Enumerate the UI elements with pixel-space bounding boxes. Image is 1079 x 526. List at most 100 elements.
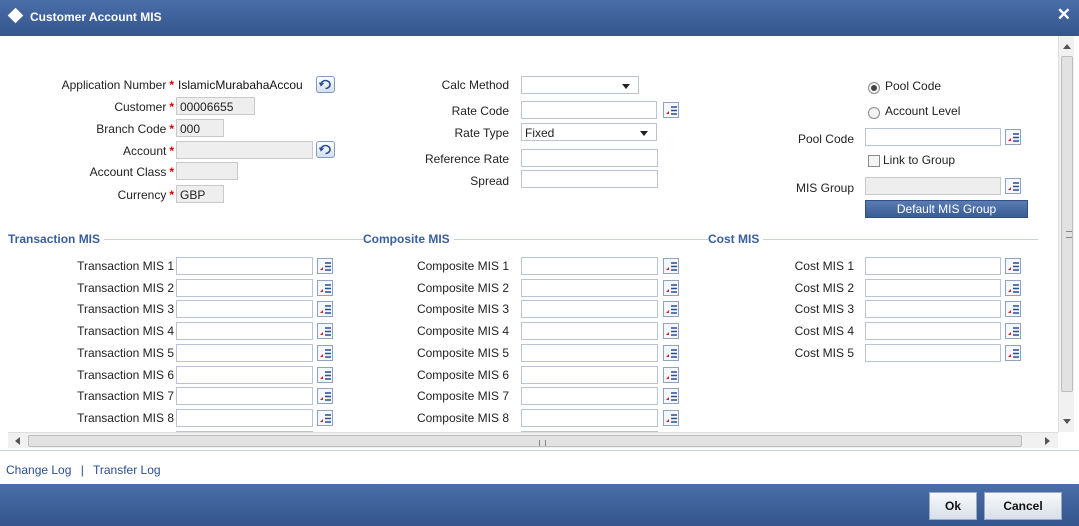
transaction-mis-label: Transaction MIS 4 (77, 324, 174, 338)
transaction-mis-lov-icon[interactable] (317, 280, 333, 296)
transaction-mis-field[interactable] (176, 387, 313, 405)
composite-mis-field[interactable] (521, 257, 658, 275)
close-icon[interactable]: ✕ (1057, 5, 1071, 25)
transaction-mis-field[interactable] (176, 257, 313, 275)
mis-group-label: MIS Group (795, 181, 854, 195)
transaction-mis-lov-icon[interactable] (317, 301, 333, 317)
spread-field[interactable] (521, 170, 658, 188)
transaction-mis-field[interactable] (176, 279, 313, 297)
cost-mis-label: Cost MIS 3 (794, 302, 854, 316)
scroll-right-icon[interactable] (1045, 437, 1050, 445)
cancel-button[interactable]: Cancel (984, 492, 1062, 520)
composite-mis-field[interactable] (521, 344, 658, 362)
account-refresh-icon[interactable] (316, 141, 335, 158)
horizontal-scrollbar[interactable] (8, 432, 1058, 448)
composite-mis-field[interactable] (521, 409, 658, 427)
rate-code-field[interactable] (521, 101, 657, 119)
composite-mis-lov-icon[interactable] (663, 323, 679, 339)
transaction-mis-field[interactable] (176, 344, 313, 362)
account-class-field[interactable] (176, 162, 238, 180)
rate-code-label: Rate Code (451, 104, 509, 118)
rate-type-label: Rate Type (454, 126, 509, 140)
chevron-down-icon (622, 84, 630, 89)
composite-mis-lov-icon[interactable] (663, 280, 679, 296)
cost-mis-field[interactable] (865, 322, 1001, 340)
transaction-mis-field[interactable] (176, 322, 313, 340)
cost-mis-lov-icon[interactable] (1005, 323, 1021, 339)
composite-mis-field[interactable] (521, 366, 658, 384)
account-label: Account * (122, 144, 174, 158)
transaction-mis-field[interactable] (176, 366, 313, 384)
currency-label: Currency * (117, 188, 174, 202)
link-to-group-checkbox[interactable] (868, 155, 880, 167)
transaction-mis-lov-icon[interactable] (317, 367, 333, 383)
transaction-mis-lov-icon[interactable] (317, 323, 333, 339)
composite-mis-lov-icon[interactable] (663, 301, 679, 317)
composite-mis-field[interactable] (521, 279, 658, 297)
vertical-scrollbar[interactable] (1058, 36, 1074, 432)
transaction-mis-label: Transaction MIS 8 (77, 411, 174, 425)
vertical-scroll-thumb[interactable] (1061, 56, 1073, 392)
transaction-mis-field[interactable] (176, 409, 313, 427)
branch-code-field[interactable]: 000 (176, 119, 224, 137)
calc-method-select[interactable] (521, 76, 639, 94)
customer-field[interactable]: 00006655 (176, 97, 255, 115)
pool-code-lov-icon[interactable] (1005, 129, 1021, 145)
reference-rate-label: Reference Rate (424, 152, 509, 166)
rate-type-select[interactable]: Fixed (521, 123, 657, 141)
scroll-left-icon[interactable] (15, 437, 20, 445)
link-to-group-label: Link to Group (883, 153, 956, 167)
scroll-down-icon[interactable] (1063, 419, 1071, 424)
cost-mis-field[interactable] (865, 300, 1001, 318)
composite-mis-lov-icon[interactable] (663, 367, 679, 383)
mis-group-field[interactable] (865, 177, 1001, 195)
composite-mis-lov-icon[interactable] (663, 345, 679, 361)
grip-icon (539, 440, 546, 446)
cost-mis-field[interactable] (865, 257, 1001, 275)
composite-mis-lov-icon[interactable] (663, 410, 679, 426)
transaction-mis-lov-icon[interactable] (317, 410, 333, 426)
composite-mis-field[interactable] (521, 300, 658, 318)
composite-mis-field[interactable] (521, 322, 658, 340)
application-number-label: Application Number * (61, 78, 174, 92)
reference-rate-field[interactable] (521, 149, 658, 167)
default-mis-group-button[interactable]: Default MIS Group (865, 200, 1028, 218)
currency-field[interactable]: GBP (176, 185, 224, 203)
composite-mis-label: Composite MIS 4 (416, 324, 509, 338)
cost-mis-lov-icon[interactable] (1005, 258, 1021, 274)
cost-mis-lov-icon[interactable] (1005, 345, 1021, 361)
composite-mis-title: Composite MIS (363, 232, 454, 246)
rate-code-lov-icon[interactable] (663, 102, 679, 118)
pool-code-radio[interactable] (868, 82, 880, 94)
scroll-up-icon[interactable] (1063, 44, 1071, 49)
transaction-mis-lov-icon[interactable] (317, 388, 333, 404)
transaction-mis-label: Transaction MIS 5 (77, 346, 174, 360)
application-number-value: IslamicMurabahaAccou (178, 78, 303, 92)
transfer-log-link[interactable]: Transfer Log (93, 463, 161, 477)
horizontal-scroll-thumb[interactable] (28, 435, 1022, 447)
change-log-link[interactable]: Change Log (6, 463, 71, 477)
main-content: Application Number * IslamicMurabahaAccou… (8, 36, 1058, 432)
composite-mis-lov-icon[interactable] (663, 258, 679, 274)
composite-mis-lov-icon[interactable] (663, 388, 679, 404)
pool-code-field[interactable] (865, 128, 1001, 146)
account-level-radio[interactable] (868, 107, 880, 119)
transaction-mis-lov-icon[interactable] (317, 345, 333, 361)
transaction-mis-title: Transaction MIS (8, 232, 105, 246)
transaction-mis-lov-icon[interactable] (317, 258, 333, 274)
application-number-refresh-icon[interactable] (316, 76, 335, 93)
cost-mis-field[interactable] (865, 344, 1001, 362)
composite-mis-label: Composite MIS 7 (416, 389, 509, 403)
account-field[interactable] (176, 141, 313, 159)
transaction-mis-field[interactable] (176, 300, 313, 318)
chevron-down-icon (640, 131, 648, 136)
cost-mis-lov-icon[interactable] (1005, 301, 1021, 317)
composite-mis-field[interactable] (521, 387, 658, 405)
ok-button[interactable]: Ok (929, 492, 977, 520)
mis-group-lov-icon[interactable] (1005, 178, 1021, 194)
account-level-radio-label: Account Level (885, 104, 961, 118)
pool-code-radio-label: Pool Code (885, 79, 942, 93)
cost-mis-field[interactable] (865, 279, 1001, 297)
cost-mis-label: Cost MIS 2 (794, 281, 854, 295)
cost-mis-lov-icon[interactable] (1005, 280, 1021, 296)
